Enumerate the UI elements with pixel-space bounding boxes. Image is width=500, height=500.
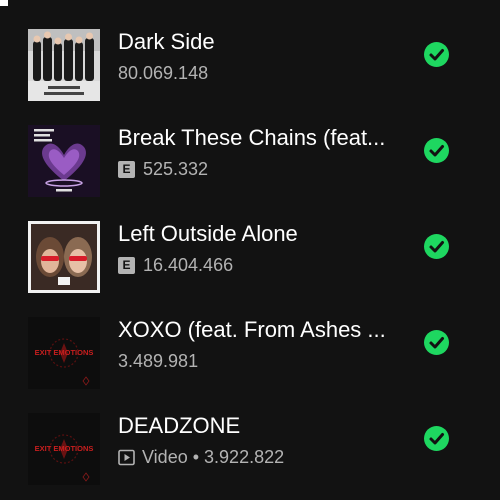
exit-emotions-art: EXIT EMOTIONS: [28, 413, 100, 485]
exit-emotions-art: EXIT EMOTIONS: [28, 317, 100, 389]
play-count: 3.489.981: [118, 351, 199, 371]
play-count: 3.922.822: [204, 447, 285, 467]
check-circle-icon[interactable]: [424, 234, 449, 259]
album-art-text: EXIT EMOTIONS: [35, 348, 94, 357]
two-faces-art: [28, 221, 100, 293]
track-title: Left Outside Alone: [118, 221, 298, 246]
media-type-label: Video: [142, 447, 188, 467]
video-icon: [118, 449, 135, 465]
track-title: Break These Chains (feat...: [118, 125, 386, 150]
album-art-text: EXIT EMOTIONS: [35, 444, 94, 453]
purple-hands-art: [28, 125, 100, 197]
track-title: Dark Side: [118, 29, 215, 54]
check-circle-icon[interactable]: [424, 426, 449, 451]
check-circle-icon[interactable]: [424, 330, 449, 355]
track-row[interactable]: Break These Chains (feat... E 525.332: [0, 125, 500, 221]
track-row[interactable]: Dark Side 80.069.148: [0, 29, 500, 125]
band-photo-art: [28, 29, 100, 101]
track-row[interactable]: EXIT EMOTIONS DEADZONE Video • 3.922.822: [0, 413, 500, 500]
track-title: XOXO (feat. From Ashes ...: [118, 317, 386, 342]
track-row[interactable]: Left Outside Alone E 16.404.466: [0, 221, 500, 317]
track-meta: 80.069.148: [118, 62, 208, 84]
explicit-badge: E: [118, 160, 135, 178]
track-title: DEADZONE: [118, 413, 241, 438]
album-art: [28, 29, 100, 101]
album-art: [28, 125, 100, 197]
track-meta: 3.489.981: [118, 350, 198, 372]
track-list: Dark Side 80.069.148 Break These Chains …: [0, 0, 500, 500]
play-count: 525.332: [143, 159, 209, 179]
meta-separator: •: [192, 447, 200, 467]
play-count: 16.404.466: [143, 255, 234, 275]
album-art: [28, 221, 100, 293]
album-art: EXIT EMOTIONS: [28, 317, 100, 389]
track-meta: E 16.404.466: [118, 254, 233, 276]
explicit-badge: E: [118, 256, 135, 274]
album-art: EXIT EMOTIONS: [28, 413, 100, 485]
track-meta: E 525.332: [118, 158, 208, 180]
track-meta: Video • 3.922.822: [118, 446, 284, 468]
header-edge: [0, 0, 8, 6]
play-count: 80.069.148: [118, 63, 209, 83]
check-circle-icon[interactable]: [424, 42, 449, 67]
check-circle-icon[interactable]: [424, 138, 449, 163]
track-row[interactable]: EXIT EMOTIONS XOXO (feat. From Ashes ...…: [0, 317, 500, 413]
